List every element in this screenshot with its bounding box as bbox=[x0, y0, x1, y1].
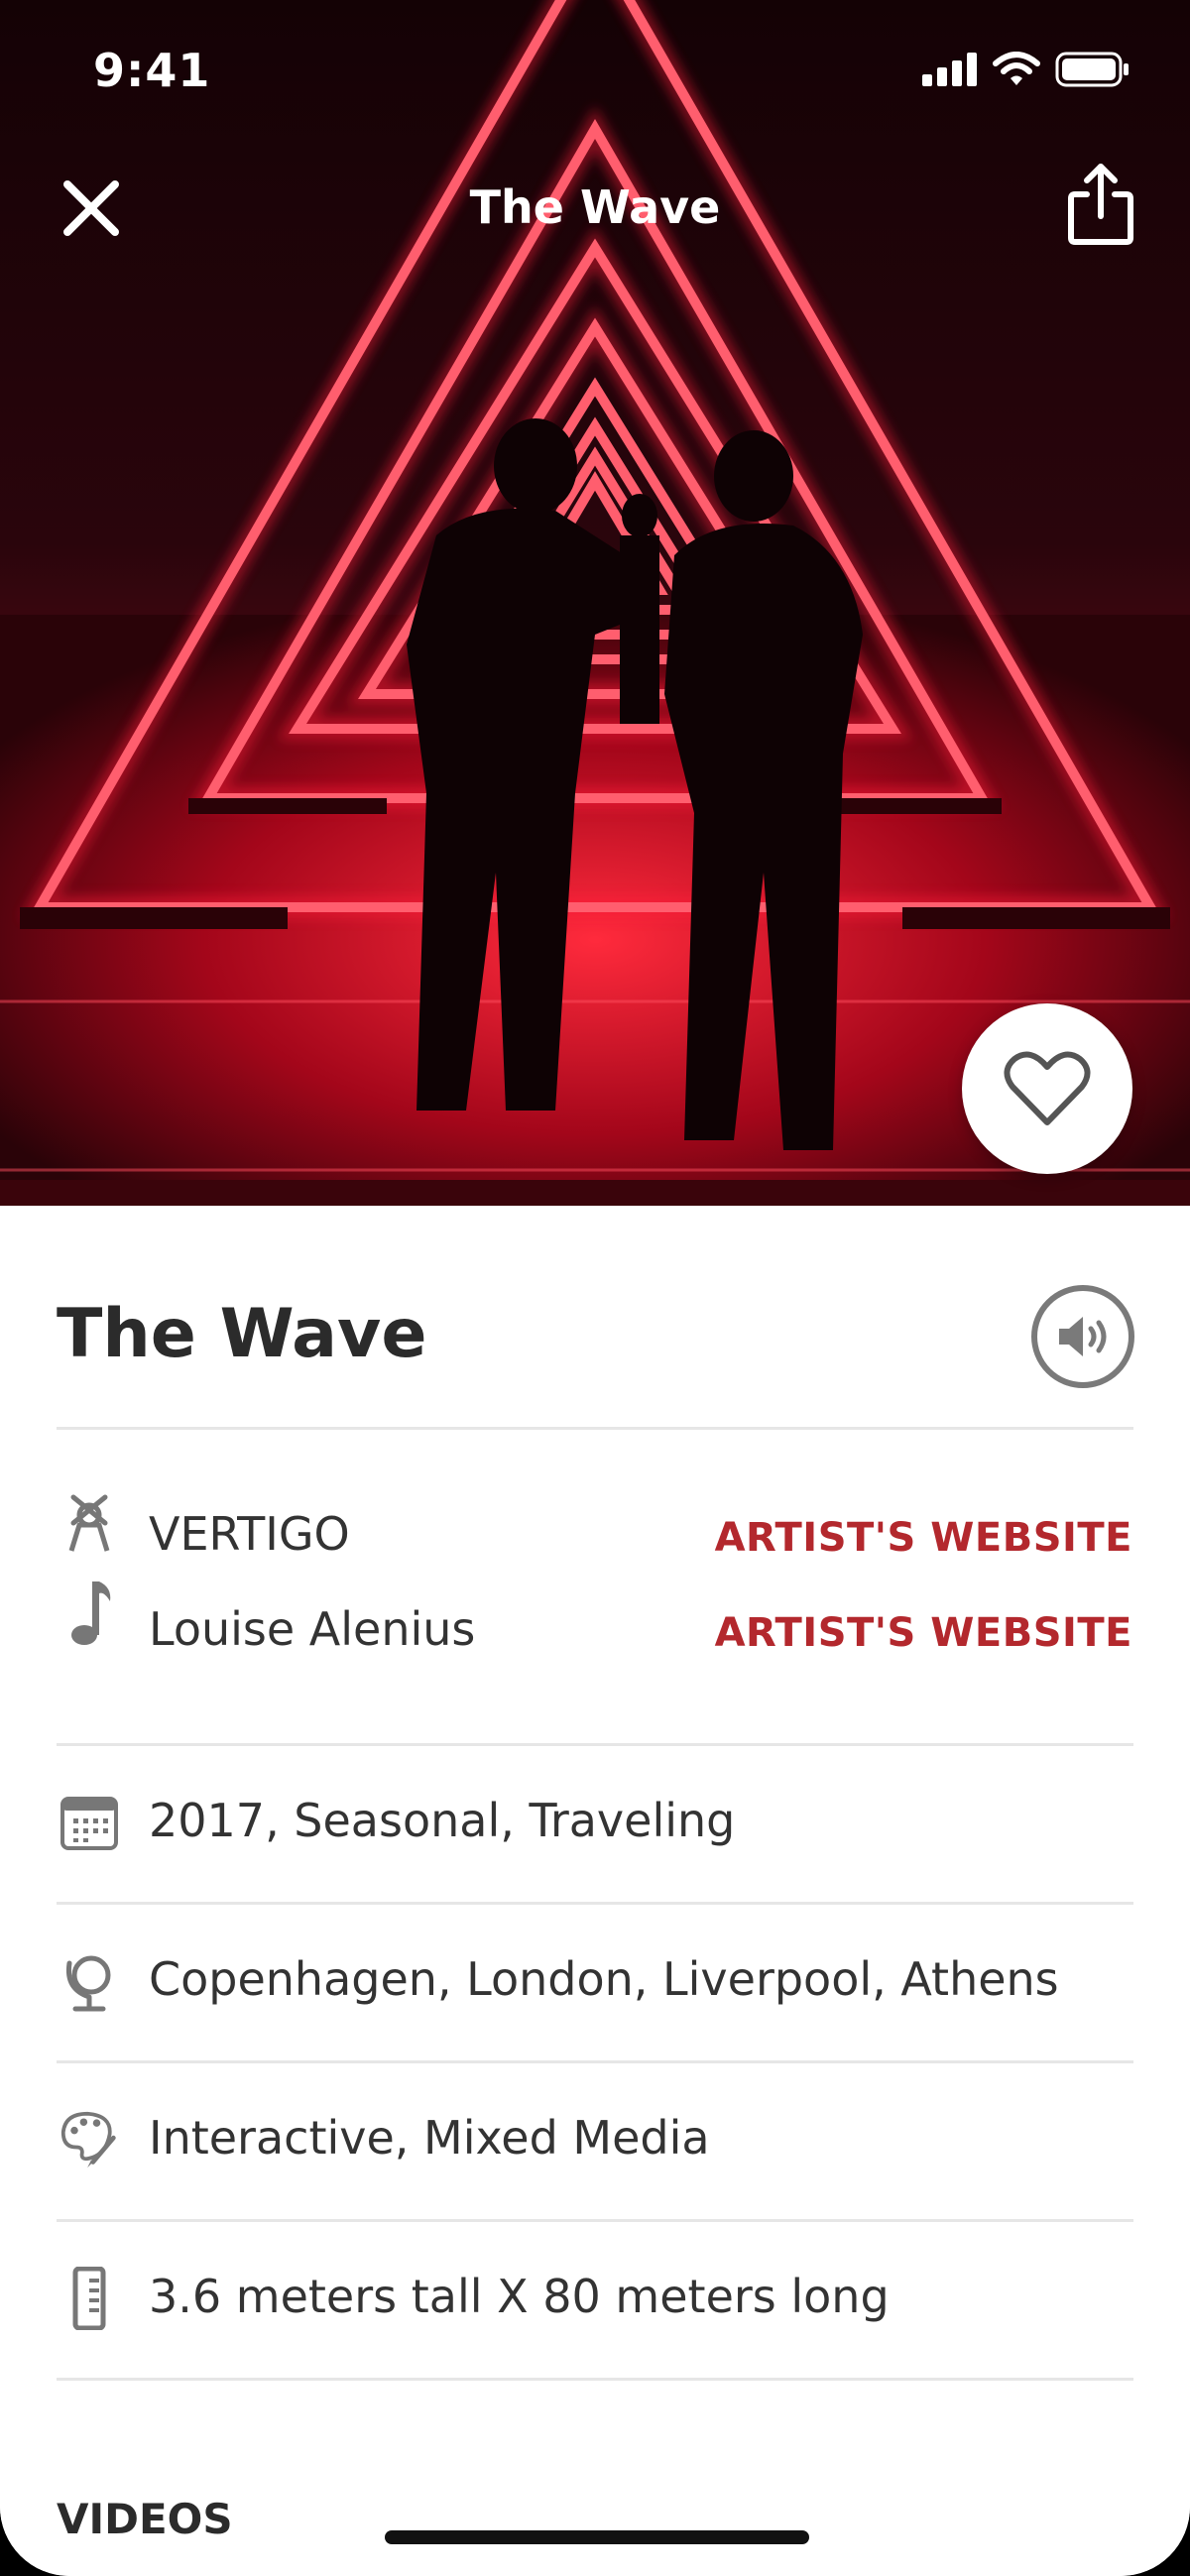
status-time: 9:41 bbox=[93, 44, 211, 97]
palette-icon bbox=[60, 2110, 119, 2169]
speaker-icon bbox=[1059, 1317, 1107, 1356]
detail-text: 2017, Seasonal, Traveling bbox=[149, 1794, 736, 1847]
divider bbox=[57, 1427, 1133, 1430]
status-bar: 9:41 bbox=[0, 0, 1190, 139]
share-button[interactable] bbox=[1061, 159, 1140, 248]
videos-section-title: VIDEOS bbox=[57, 2495, 233, 2543]
ruler-icon bbox=[60, 2267, 119, 2330]
share-icon bbox=[1068, 164, 1133, 245]
artwork-title: The Wave bbox=[57, 1295, 427, 1373]
hero-image: 9:41 The Wave bbox=[0, 0, 1190, 1206]
audio-button[interactable] bbox=[1031, 1285, 1134, 1388]
cellular-signal-icon bbox=[922, 53, 977, 86]
divider bbox=[57, 2060, 1133, 2063]
music-note-icon bbox=[60, 1581, 119, 1645]
heart-icon bbox=[1004, 1051, 1091, 1125]
detail-text: 3.6 meters tall X 80 meters long bbox=[149, 2270, 890, 2323]
favorite-button[interactable] bbox=[962, 1003, 1132, 1174]
top-bar: The Wave bbox=[0, 159, 1190, 258]
divider bbox=[57, 1902, 1133, 1905]
home-indicator[interactable] bbox=[385, 2530, 809, 2544]
divider bbox=[57, 2378, 1133, 2381]
divider bbox=[57, 2219, 1133, 2222]
artist-icon bbox=[60, 1493, 119, 1553]
detail-text: Interactive, Mixed Media bbox=[149, 2111, 710, 2165]
artist-website-link[interactable]: ARTIST'S WEBSITE bbox=[715, 1610, 1132, 1656]
calendar-icon bbox=[60, 1793, 119, 1852]
credit-name: VERTIGO bbox=[149, 1507, 350, 1561]
screen: 9:41 The Wave The Wave VERTIGO ARTIST'S … bbox=[0, 0, 1190, 2576]
artist-website-link[interactable]: ARTIST'S WEBSITE bbox=[715, 1515, 1132, 1561]
nav-title: The Wave bbox=[469, 180, 721, 234]
wifi-icon bbox=[993, 52, 1040, 85]
credit-name: Louise Alenius bbox=[149, 1602, 476, 1656]
globe-icon bbox=[60, 1951, 119, 2012]
divider bbox=[57, 1743, 1133, 1746]
battery-icon bbox=[1055, 52, 1129, 87]
status-icons bbox=[922, 52, 1130, 87]
detail-text: Copenhagen, London, Liverpool, Athens bbox=[149, 1952, 1059, 2006]
detail-content: The Wave VERTIGO ARTIST'S WEBSITE Louise… bbox=[0, 1206, 1190, 2576]
